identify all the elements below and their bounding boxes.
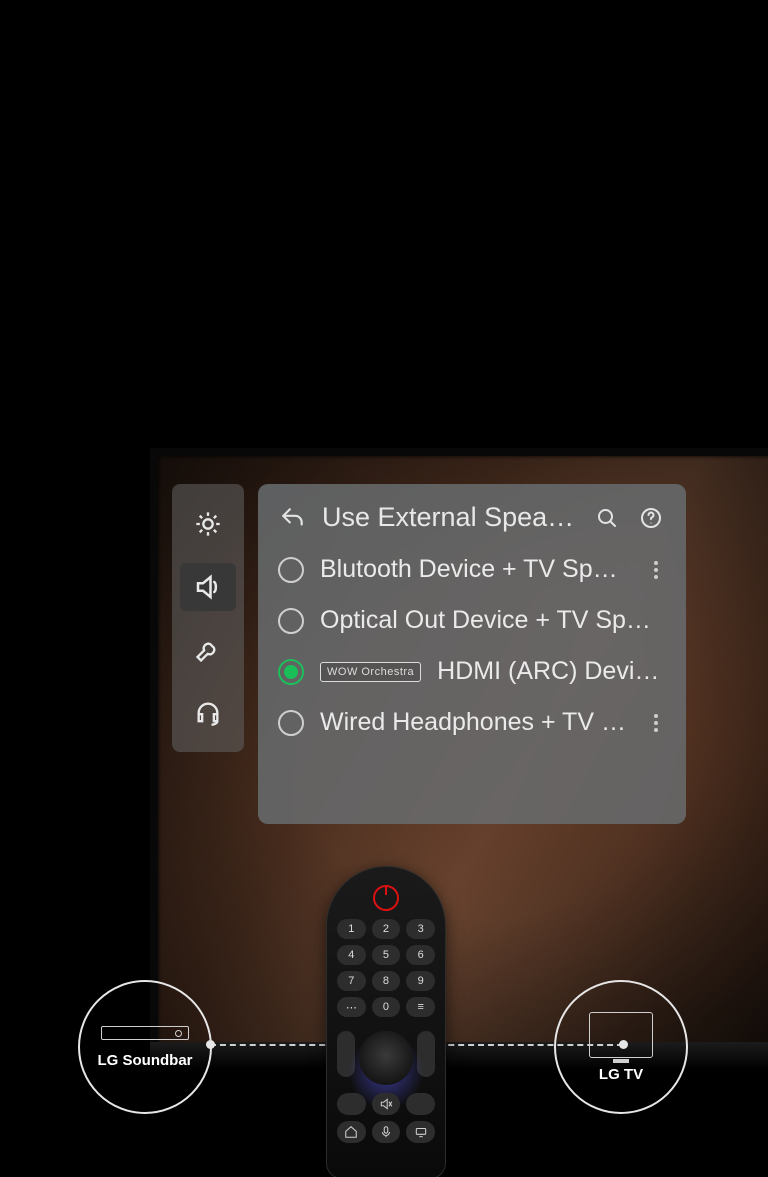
numpad-key[interactable]: 7 [337, 971, 366, 991]
back-button[interactable] [278, 503, 308, 533]
tv-label: LG TV [599, 1066, 643, 1083]
mic-icon [379, 1125, 393, 1139]
numpad-key[interactable]: 0 [372, 997, 401, 1017]
numpad-key[interactable]: ≡ [406, 997, 435, 1017]
guide-button[interactable] [337, 1093, 366, 1115]
mute-icon [379, 1097, 393, 1111]
option-more-button[interactable] [646, 714, 666, 732]
option-list: Blutooth Device + TV Spea… Optical Out De… [278, 555, 666, 737]
list-button[interactable] [406, 1093, 435, 1115]
remote-numpad: 123 456 789 ⋯ 0≡ [337, 919, 435, 1017]
stage: Use External Speak… Blutooth Device + TV… [0, 0, 768, 1177]
remote-control: 123 456 789 ⋯ 0≡ [326, 866, 446, 1177]
panel-title: Use External Speak… [322, 502, 578, 533]
side-tab-tools[interactable] [180, 626, 236, 674]
side-tab-brightness[interactable] [180, 500, 236, 548]
option-label: Optical Out Device + TV Sp… [320, 606, 666, 635]
headset-icon [194, 699, 222, 727]
numpad-key[interactable]: ⋯ [337, 997, 366, 1017]
option-label: Blutooth Device + TV Spea… [320, 555, 630, 584]
numpad-key[interactable]: 5 [372, 945, 401, 965]
option-label: HDMI (ARC) Devi… [437, 657, 666, 686]
option-row[interactable]: WOW Orchestra HDMI (ARC) Devi… [278, 657, 666, 686]
volume-rocker[interactable] [337, 1031, 355, 1077]
search-icon [595, 506, 619, 530]
side-tab-sound[interactable] [180, 563, 236, 611]
home-button[interactable] [337, 1121, 366, 1143]
sound-icon [193, 572, 223, 602]
numpad-key[interactable]: 8 [372, 971, 401, 991]
search-button[interactable] [592, 503, 622, 533]
radio-button[interactable] [278, 608, 304, 634]
mute-button[interactable] [372, 1093, 401, 1115]
numpad-key[interactable]: 4 [337, 945, 366, 965]
numpad-key[interactable]: 1 [337, 919, 366, 939]
tv-icon [589, 1012, 653, 1058]
wow-orchestra-badge: WOW Orchestra [320, 662, 421, 682]
remote-row-home [337, 1121, 435, 1143]
tools-icon [194, 636, 222, 664]
side-tab-headset[interactable] [180, 689, 236, 737]
panel-header: Use External Speak… [278, 502, 666, 533]
device-badge-tv: LG TV [554, 980, 688, 1114]
option-row[interactable]: Wired Headphones + TV Sp… [278, 708, 666, 737]
input-button[interactable] [406, 1121, 435, 1143]
help-icon [639, 506, 663, 530]
mic-button[interactable] [372, 1121, 401, 1143]
back-icon [280, 505, 306, 531]
input-icon [414, 1125, 428, 1139]
brightness-icon [194, 510, 222, 538]
option-row[interactable]: Optical Out Device + TV Sp… [278, 606, 666, 635]
channel-rocker[interactable] [417, 1031, 435, 1077]
help-button[interactable] [636, 503, 666, 533]
numpad-key[interactable]: 9 [406, 971, 435, 991]
numpad-key[interactable]: 6 [406, 945, 435, 965]
radio-button[interactable] [278, 710, 304, 736]
option-more-button[interactable] [646, 561, 666, 579]
power-button[interactable] [373, 885, 399, 911]
numpad-key[interactable]: 2 [372, 919, 401, 939]
sound-output-panel: Use External Speak… Blutooth Device + TV… [258, 484, 686, 824]
home-icon [344, 1125, 358, 1139]
remote-row-mute [337, 1093, 435, 1115]
soundbar-icon [101, 1026, 189, 1040]
radio-button[interactable] [278, 659, 304, 685]
option-row[interactable]: Blutooth Device + TV Spea… [278, 555, 666, 584]
soundbar-label: LG Soundbar [98, 1052, 193, 1069]
settings-side-tabs [172, 484, 244, 752]
numpad-key[interactable]: 3 [406, 919, 435, 939]
radio-button[interactable] [278, 557, 304, 583]
option-label: Wired Headphones + TV Sp… [320, 708, 630, 737]
device-badge-soundbar: LG Soundbar [78, 980, 212, 1114]
nav-wheel[interactable] [359, 1031, 413, 1085]
